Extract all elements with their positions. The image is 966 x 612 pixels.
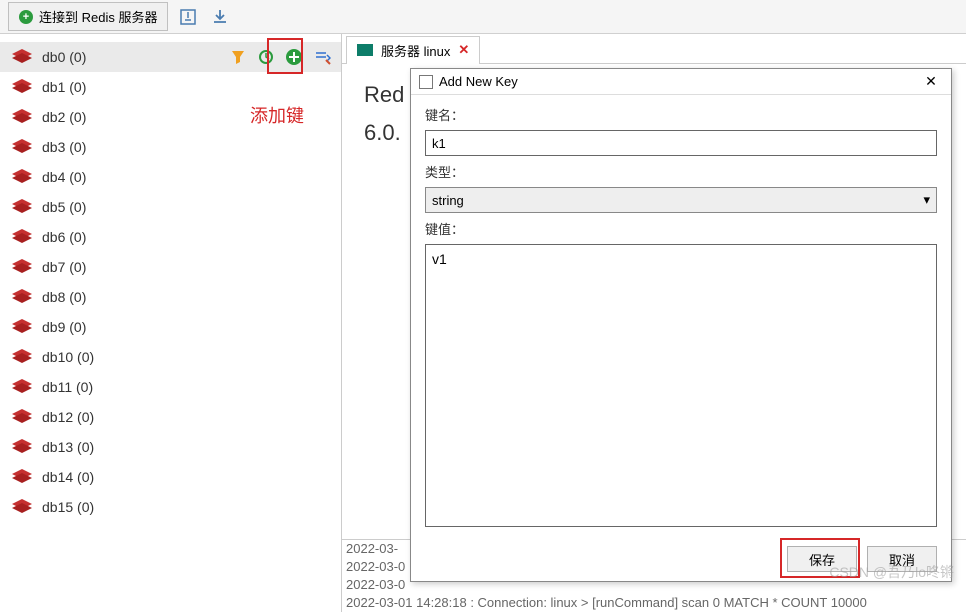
save-button[interactable]: 保存 bbox=[787, 546, 857, 572]
terminal-icon bbox=[357, 44, 373, 56]
db-label: db11 (0) bbox=[42, 379, 93, 395]
db-row-12[interactable]: db12 (0) bbox=[0, 402, 341, 432]
db-label: db1 (0) bbox=[42, 79, 86, 95]
db-icon bbox=[10, 48, 34, 66]
db-row-15[interactable]: db15 (0) bbox=[0, 492, 341, 522]
db-label: db13 (0) bbox=[42, 439, 94, 455]
dialog-title: Add New Key bbox=[439, 74, 919, 89]
db-row-5[interactable]: db5 (0) bbox=[0, 192, 341, 222]
db-icon bbox=[10, 138, 34, 156]
type-label: 类型： bbox=[425, 162, 937, 181]
db-label: db14 (0) bbox=[42, 469, 94, 485]
key-value-label: 键值： bbox=[425, 219, 937, 238]
chevron-down-icon: ▾ bbox=[923, 192, 930, 208]
db-label: db3 (0) bbox=[42, 139, 86, 155]
dialog-close-icon[interactable]: ✕ bbox=[919, 72, 943, 92]
db-label: db6 (0) bbox=[42, 229, 86, 245]
filter-icon[interactable] bbox=[229, 48, 247, 66]
db-icon bbox=[10, 198, 34, 216]
db-label: db8 (0) bbox=[42, 289, 86, 305]
db-row-6[interactable]: db6 (0) bbox=[0, 222, 341, 252]
db-icon bbox=[10, 288, 34, 306]
type-value: string bbox=[432, 193, 464, 208]
db-label: db0 (0) bbox=[42, 49, 86, 65]
database-sidebar: db0 (0) 添加键 db1 (0) db2 (0) db3 (0) db4 … bbox=[0, 34, 342, 612]
tab-label: 服务器 linux bbox=[381, 41, 450, 60]
add-new-key-dialog: Add New Key ✕ 键名： 类型： string ▾ 键值： 保存 取消 bbox=[410, 68, 952, 582]
download-icon[interactable] bbox=[208, 5, 232, 29]
db-row-9[interactable]: db9 (0) bbox=[0, 312, 341, 342]
reload-icon[interactable] bbox=[257, 48, 275, 66]
db-row-7[interactable]: db7 (0) bbox=[0, 252, 341, 282]
db-icon bbox=[10, 228, 34, 246]
db-row-14[interactable]: db14 (0) bbox=[0, 462, 341, 492]
db-icon bbox=[10, 168, 34, 186]
db-row-0[interactable]: db0 (0) bbox=[0, 42, 341, 72]
db-row-1[interactable]: db1 (0) bbox=[0, 72, 341, 102]
top-toolbar: + 连接到 Redis 服务器 bbox=[0, 0, 966, 34]
db-icon bbox=[10, 318, 34, 336]
db-row-11[interactable]: db11 (0) bbox=[0, 372, 341, 402]
db-label: db12 (0) bbox=[42, 409, 94, 425]
type-select[interactable]: string ▾ bbox=[425, 187, 937, 213]
key-name-label: 键名： bbox=[425, 105, 937, 124]
live-icon[interactable] bbox=[313, 48, 331, 66]
dialog-titlebar: Add New Key ✕ bbox=[411, 69, 951, 95]
db-row-4[interactable]: db4 (0) bbox=[0, 162, 341, 192]
db-icon bbox=[10, 498, 34, 516]
db-label: db2 (0) bbox=[42, 109, 86, 125]
plus-icon: + bbox=[19, 10, 33, 24]
db-icon bbox=[10, 438, 34, 456]
db-label: db10 (0) bbox=[42, 349, 94, 365]
db-icon bbox=[10, 78, 34, 96]
connect-server-button[interactable]: + 连接到 Redis 服务器 bbox=[8, 2, 168, 31]
tab-close-icon[interactable]: ✕ bbox=[458, 42, 469, 58]
db-row-10[interactable]: db10 (0) bbox=[0, 342, 341, 372]
db-label: db15 (0) bbox=[42, 499, 94, 515]
db-label: db5 (0) bbox=[42, 199, 86, 215]
db-icon bbox=[10, 348, 34, 366]
tab-strip: 服务器 linux ✕ bbox=[342, 34, 966, 64]
cancel-button[interactable]: 取消 bbox=[867, 546, 937, 572]
db-icon bbox=[10, 378, 34, 396]
db-icon bbox=[10, 468, 34, 486]
add-key-icon[interactable] bbox=[285, 48, 303, 66]
key-value-textarea[interactable] bbox=[425, 244, 937, 527]
db-label: db9 (0) bbox=[42, 319, 86, 335]
log-line: 2022-03-01 14:28:18 : Connection: linux … bbox=[346, 594, 962, 612]
key-name-input[interactable] bbox=[425, 130, 937, 156]
db-label: db4 (0) bbox=[42, 169, 86, 185]
dialog-icon bbox=[419, 75, 433, 89]
annotation-label: 添加键 bbox=[250, 102, 304, 128]
db-label: db7 (0) bbox=[42, 259, 86, 275]
db-row-8[interactable]: db8 (0) bbox=[0, 282, 341, 312]
tab-server-linux[interactable]: 服务器 linux ✕ bbox=[346, 36, 480, 64]
import-icon[interactable] bbox=[176, 5, 200, 29]
db-icon bbox=[10, 108, 34, 126]
db-row-3[interactable]: db3 (0) bbox=[0, 132, 341, 162]
db-row-13[interactable]: db13 (0) bbox=[0, 432, 341, 462]
db-icon bbox=[10, 408, 34, 426]
connect-label: 连接到 Redis 服务器 bbox=[39, 7, 157, 26]
db-icon bbox=[10, 258, 34, 276]
